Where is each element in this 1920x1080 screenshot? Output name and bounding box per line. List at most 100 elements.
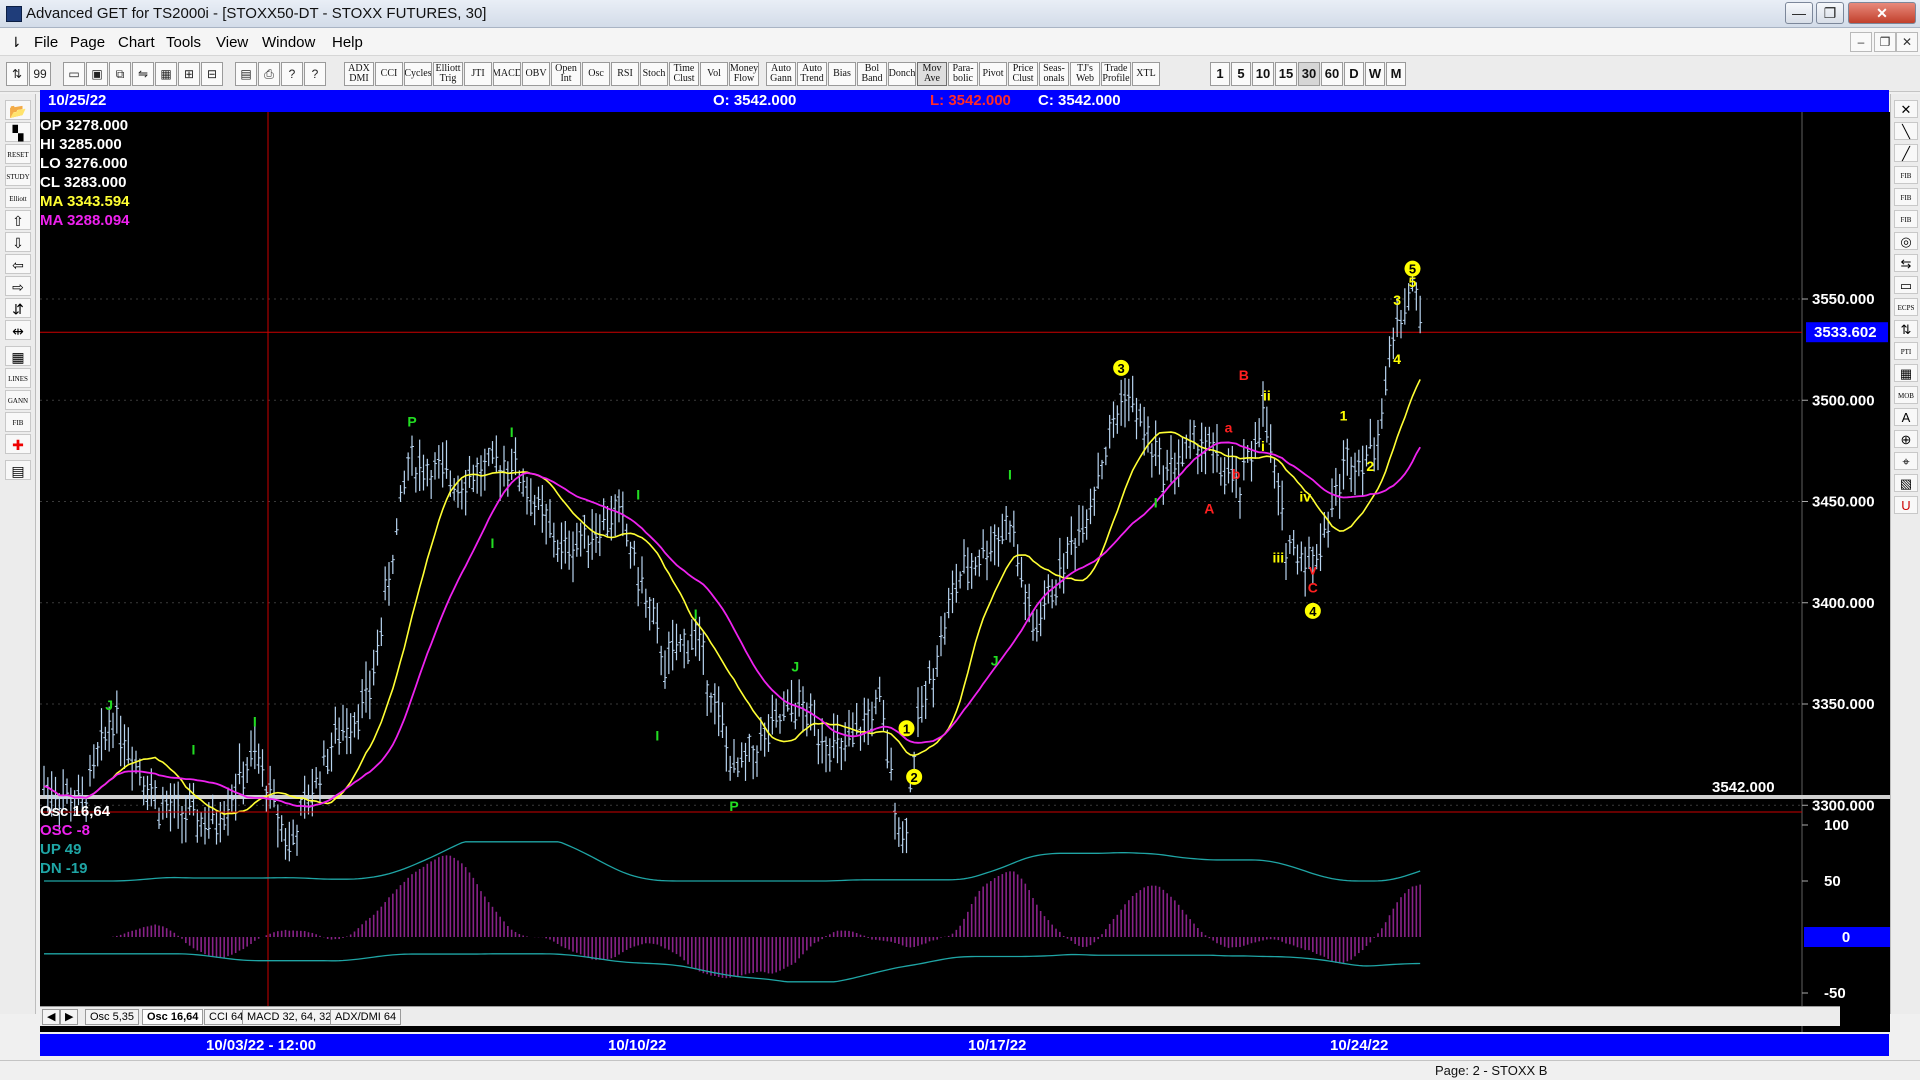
link-icon[interactable]: ⇋: [132, 62, 154, 86]
tab-osc-5-35[interactable]: Osc 5,35: [85, 1009, 140, 1025]
tab-scroll-left[interactable]: ◀: [42, 1009, 61, 1025]
tab-osc-16-64[interactable]: Osc 16,64: [142, 1009, 204, 1025]
whatis-icon[interactable]: ?: [304, 62, 326, 86]
lines-button[interactable]: LINES: [5, 368, 31, 388]
timeframe-30[interactable]: 30: [1298, 62, 1320, 86]
study-button-auto-gann[interactable]: Auto Gann: [766, 62, 796, 86]
circle-icon[interactable]: ◎: [1894, 232, 1918, 250]
mdi-restore-button[interactable]: ❐: [1874, 32, 1896, 52]
line-down-icon[interactable]: ╲: [1894, 122, 1918, 140]
menu-tools[interactable]: Tools: [166, 34, 201, 51]
undo-icon[interactable]: U: [1894, 496, 1918, 514]
timeframe-10[interactable]: 10: [1252, 62, 1274, 86]
study-button-time-clust[interactable]: Time Clust: [669, 62, 699, 86]
study-button-open-int[interactable]: Open Int: [551, 62, 581, 86]
delete-icon[interactable]: ✕: [1894, 100, 1918, 118]
study-button-seas-onals[interactable]: Seas- onals: [1039, 62, 1069, 86]
mdi-close-button[interactable]: ✕: [1896, 32, 1918, 52]
study-button-donch[interactable]: Donch: [888, 62, 916, 86]
bar-icon[interactable]: ▚: [5, 122, 31, 142]
app-menu-icon[interactable]: ⇂: [10, 34, 22, 51]
tab-adx-dmi[interactable]: ADX/DMI 64: [330, 1009, 402, 1025]
study-button-rsi[interactable]: RSI: [611, 62, 639, 86]
page-icon[interactable]: ▭: [63, 62, 85, 86]
menu-page[interactable]: Page: [70, 34, 105, 51]
grid-icon[interactable]: ▦: [5, 346, 31, 366]
menu-file[interactable]: File: [34, 34, 58, 51]
menu-view[interactable]: View: [216, 34, 248, 51]
study-button-bias[interactable]: Bias: [828, 62, 856, 86]
study-button-money-flow[interactable]: Money Flow: [729, 62, 759, 86]
study-button-xtl[interactable]: XTL: [1132, 62, 1160, 86]
study-button-stoch[interactable]: Stoch: [640, 62, 668, 86]
elliott-button[interactable]: Elliott: [5, 188, 31, 208]
timeframe-w[interactable]: W: [1365, 62, 1385, 86]
tile-icon[interactable]: ⊞: [178, 62, 200, 86]
timeframe-1[interactable]: 1: [1210, 62, 1230, 86]
gann-button[interactable]: GANN: [5, 390, 31, 410]
chart-area[interactable]: 3550.000 3500.000 3450.000 3400.000 3350.000…: [40, 112, 1890, 1032]
study-button[interactable]: STUDY: [5, 166, 31, 186]
text-tool-icon[interactable]: A: [1894, 408, 1918, 426]
fib-ext-button[interactable]: FIB EXT: [1894, 188, 1918, 220]
study-button-osc[interactable]: Osc: [582, 62, 610, 86]
menu-chart[interactable]: Chart: [118, 34, 155, 51]
study-button-macd[interactable]: MACD: [493, 62, 521, 86]
arrow-left-icon[interactable]: ⇦: [5, 254, 31, 274]
study-button-tj-s-web[interactable]: TJ's Web: [1070, 62, 1100, 86]
study-button-para-bolic[interactable]: Para- bolic: [948, 62, 978, 86]
tab-scroll-right[interactable]: ▶: [60, 1009, 79, 1025]
study-button-pivot[interactable]: Pivot: [979, 62, 1007, 86]
study-button-jti[interactable]: JTI: [464, 62, 492, 86]
fib-button[interactable]: FIB: [5, 412, 31, 432]
timeframe-5[interactable]: 5: [1231, 62, 1251, 86]
stack-icon[interactable]: ▧: [1894, 474, 1918, 492]
fib-ret-button[interactable]: FIB RET: [1894, 166, 1918, 198]
fib-time-button[interactable]: FIB TIME: [1894, 210, 1918, 242]
open-folder-icon[interactable]: 📂: [5, 100, 31, 120]
tab-macd[interactable]: MACD 32, 64, 32: [242, 1009, 337, 1025]
marker-icon[interactable]: ⌖: [1894, 452, 1918, 470]
mdi-minimize-button[interactable]: –: [1850, 32, 1872, 52]
arrow-up-icon[interactable]: ⇧: [5, 210, 31, 230]
close-button[interactable]: ✕: [1848, 2, 1916, 24]
layout-icon[interactable]: ⧉: [109, 62, 131, 86]
window-icon[interactable]: ▣: [86, 62, 108, 86]
crosshair-icon[interactable]: ✚: [5, 434, 31, 454]
print-icon[interactable]: ⎙: [258, 62, 280, 86]
zoom-icon[interactable]: ⊕: [1894, 430, 1918, 448]
study-button-adx-dmi[interactable]: ADX DMI: [344, 62, 374, 86]
study-button-price-clust[interactable]: Price Clust: [1008, 62, 1038, 86]
arrow-down-icon[interactable]: ⇩: [5, 232, 31, 252]
layers-icon[interactable]: ▤: [5, 460, 31, 480]
rectangle-icon[interactable]: ▭: [1894, 276, 1918, 294]
maximize-button[interactable]: ❐: [1816, 2, 1844, 24]
menu-window[interactable]: Window: [262, 34, 315, 51]
list-icon[interactable]: ▤: [235, 62, 257, 86]
study-button-obv[interactable]: OBV: [522, 62, 550, 86]
pti-button[interactable]: PTI: [1894, 342, 1918, 360]
study-button-vol[interactable]: Vol: [700, 62, 728, 86]
compress-icon[interactable]: ⇵: [5, 298, 31, 318]
study-button-elliott-trig[interactable]: Elliott Trig: [433, 62, 463, 86]
split-icon[interactable]: ⊟: [201, 62, 223, 86]
sort-icon[interactable]: ⇅: [6, 62, 28, 86]
arrow-right-icon[interactable]: ⇨: [5, 276, 31, 296]
timeframe-15[interactable]: 15: [1275, 62, 1297, 86]
quote-icon[interactable]: 99: [29, 62, 51, 86]
line-up-icon[interactable]: ╱: [1894, 144, 1918, 162]
mob-button[interactable]: MOB: [1894, 386, 1918, 404]
timeframe-m[interactable]: M: [1386, 62, 1406, 86]
channel-icon[interactable]: ⇆: [1894, 254, 1918, 272]
grid-tool-icon[interactable]: ▦: [1894, 364, 1918, 382]
ecps-button[interactable]: ECPS: [1894, 298, 1918, 316]
price-chart-svg[interactable]: 3550.000 3500.000 3450.000 3400.000 3350.000…: [40, 112, 1890, 1032]
timeframe-d[interactable]: D: [1344, 62, 1364, 86]
study-button-auto-trend[interactable]: Auto Trend: [797, 62, 827, 86]
menu-help[interactable]: Help: [332, 34, 363, 51]
study-button-mov-ave[interactable]: Mov Ave: [917, 62, 947, 86]
reset-button[interactable]: RESET: [5, 144, 31, 164]
study-button-trade-profile[interactable]: Trade Profile: [1101, 62, 1131, 86]
grid-icon[interactable]: ▦: [155, 62, 177, 86]
study-button-cycles[interactable]: Cycles: [404, 62, 432, 86]
